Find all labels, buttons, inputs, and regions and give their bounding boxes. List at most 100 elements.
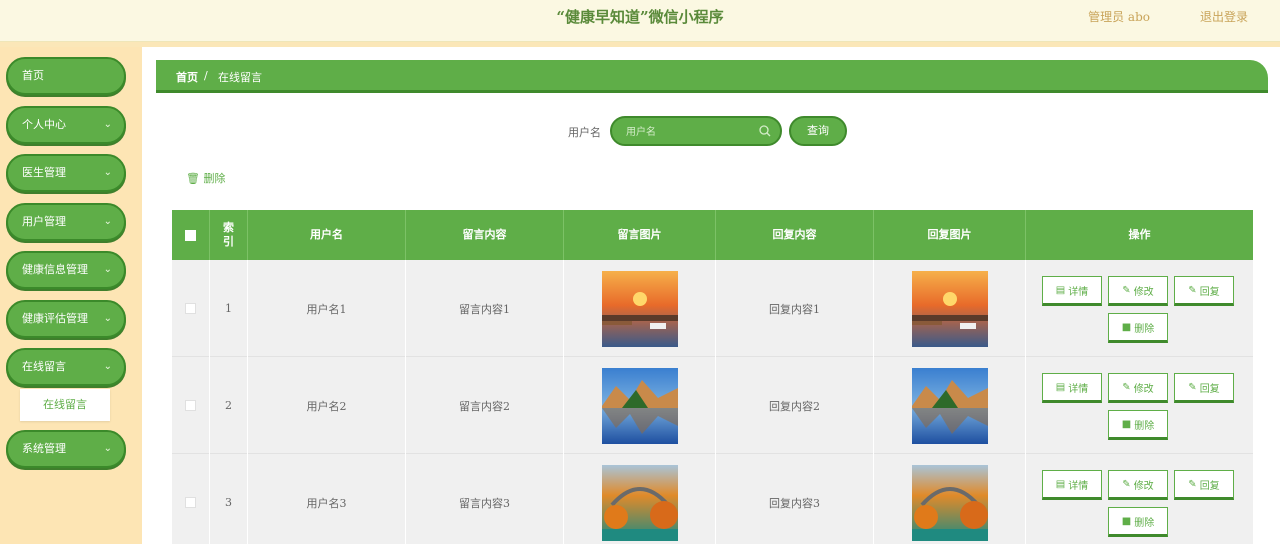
bulk-delete-button[interactable]: 🗑 删除 (186, 170, 225, 186)
sidebar-subitem-online-messages[interactable]: 在线留言 (20, 389, 110, 421)
reply-button[interactable]: ✎ 回复 (1174, 470, 1234, 500)
sidebar-item-online-messages[interactable]: 在线留言 ⌄ (6, 348, 126, 386)
edit-label: 修改 (1133, 286, 1154, 298)
cell-reply: 回复内容3 (716, 454, 874, 544)
header-actions: 操作 (1128, 228, 1151, 241)
trash-icon: ■ (1121, 321, 1132, 333)
sidebar-item-health-info[interactable]: 健康信息管理 ⌄ (6, 251, 126, 289)
row-checkbox[interactable] (185, 400, 196, 411)
sidebar-item-health-assessment[interactable]: 健康评估管理 ⌄ (6, 300, 126, 338)
detail-button[interactable]: ▤ 详情 (1042, 276, 1102, 306)
edit-button[interactable]: ✎ 修改 (1108, 276, 1168, 306)
cell-message: 留言内容1 (406, 260, 564, 357)
table-row: 3 用户名3 留言内容3 回复内容3 ▤ 详情 ✎ 修改 ✎ 回复 ■ 删除 (172, 454, 1253, 544)
trash-icon: ■ (1121, 515, 1132, 527)
select-all-checkbox[interactable] (185, 229, 196, 241)
reply-label: 回复 (1199, 383, 1220, 395)
cell-reply: 回复内容1 (716, 260, 874, 357)
cell-message-image (564, 260, 716, 357)
edit-label: 修改 (1133, 480, 1154, 492)
header-reply-image: 回复图片 (874, 210, 1026, 260)
document-icon: ▤ (1055, 381, 1066, 393)
sidebar-item-label: 在线留言 (22, 360, 66, 373)
bulk-delete-label: 删除 (203, 172, 226, 185)
message-image-lake[interactable] (601, 367, 678, 444)
top-header: “健康早知道”微信小程序 管理员 abo 退出登录 (0, 0, 1280, 42)
cell-username: 用户名2 (248, 357, 406, 454)
row-select[interactable] (172, 357, 210, 454)
sidebar-item-user-management[interactable]: 用户管理 ⌄ (6, 203, 126, 241)
pencil-icon: ✎ (1188, 478, 1197, 490)
delete-label: 删除 (1134, 420, 1155, 432)
detail-label: 详情 (1068, 480, 1089, 492)
sidebar-item-personal-center[interactable]: 个人中心 ⌄ (6, 106, 126, 144)
search-field[interactable] (610, 116, 782, 146)
search-input[interactable] (626, 123, 756, 141)
header-divider (0, 42, 1280, 47)
cell-index: 2 (210, 357, 248, 454)
cell-message: 留言内容3 (406, 454, 564, 544)
row-select[interactable] (172, 454, 210, 544)
chevron-down-icon: ⌄ (103, 264, 112, 275)
message-image-autumn[interactable] (601, 464, 678, 541)
row-checkbox[interactable] (185, 303, 196, 314)
cell-index: 1 (210, 260, 248, 357)
delete-button[interactable]: ■ 删除 (1108, 507, 1168, 537)
reply-button[interactable]: ✎ 回复 (1174, 276, 1234, 306)
reply-button[interactable]: ✎ 回复 (1174, 373, 1234, 403)
row-select[interactable] (172, 260, 210, 357)
edit-button[interactable]: ✎ 修改 (1108, 470, 1168, 500)
table-row: 1 用户名1 留言内容1 回复内容1 ▤ 详情 ✎ 修改 ✎ 回复 ■ 删除 (172, 260, 1253, 357)
delete-label: 删除 (1134, 323, 1155, 335)
table-header: 索 引 用户名 留言内容 留言图片 回复内容 回复图片 操作 (172, 210, 1253, 260)
cell-actions: ▤ 详情 ✎ 修改 ✎ 回复 ■ 删除 (1026, 454, 1253, 544)
header-message: 留言内容 (406, 210, 564, 260)
cell-username: 用户名3 (248, 454, 406, 544)
chevron-down-icon: ⌄ (103, 119, 112, 130)
row-checkbox[interactable] (185, 497, 196, 508)
search-label: 用户名 (568, 126, 601, 139)
chevron-down-icon: ⌄ (103, 313, 112, 324)
delete-button[interactable]: ■ 删除 (1108, 313, 1168, 343)
admin-user-label: 管理员 abo (1088, 10, 1150, 24)
header-index: 索 引 (210, 210, 248, 260)
chevron-down-icon: ⌄ (103, 216, 112, 227)
message-image-sunset[interactable] (601, 270, 678, 347)
trash-icon: 🗑 (186, 172, 200, 185)
reply-image-autumn[interactable] (911, 464, 988, 541)
document-icon: ▤ (1055, 478, 1066, 490)
detail-button[interactable]: ▤ 详情 (1042, 470, 1102, 500)
header-select-all[interactable] (172, 210, 210, 260)
reply-label: 回复 (1199, 286, 1220, 298)
sidebar-item-label: 首页 (22, 69, 44, 82)
delete-label: 删除 (1134, 517, 1155, 529)
delete-button[interactable]: ■ 删除 (1108, 410, 1168, 440)
edit-button[interactable]: ✎ 修改 (1108, 373, 1168, 403)
breadcrumb-home[interactable]: 首页 (176, 69, 198, 85)
header-message-image: 留言图片 (564, 210, 716, 260)
sidebar-item-system-management[interactable]: 系统管理 ⌄ (6, 430, 126, 468)
cell-message-image (564, 357, 716, 454)
breadcrumb-separator: / (204, 69, 208, 82)
sidebar-item-home[interactable]: 首页 (6, 57, 126, 95)
reply-image-lake[interactable] (911, 367, 988, 444)
reply-image-sunset[interactable] (911, 270, 988, 347)
detail-button[interactable]: ▤ 详情 (1042, 373, 1102, 403)
query-button[interactable]: 查询 (789, 116, 847, 146)
pencil-icon: ✎ (1188, 381, 1197, 393)
detail-label: 详情 (1068, 383, 1089, 395)
pencil-icon: ✎ (1122, 478, 1131, 490)
cell-message-image (564, 454, 716, 544)
pencil-icon: ✎ (1122, 284, 1131, 296)
document-icon: ▤ (1055, 284, 1066, 296)
logout-link[interactable]: 退出登录 (1200, 8, 1248, 25)
breadcrumb-current: 在线留言 (218, 71, 262, 84)
search-icon (759, 125, 771, 137)
reply-label: 回复 (1199, 480, 1220, 492)
sidebar-item-doctor-management[interactable]: 医生管理 ⌄ (6, 154, 126, 192)
header-reply: 回复内容 (716, 210, 874, 260)
chevron-down-icon: ⌄ (103, 167, 112, 178)
chevron-down-icon: ⌄ (103, 443, 112, 454)
cell-reply-image (874, 260, 1026, 357)
sidebar-item-label: 系统管理 (22, 442, 66, 455)
